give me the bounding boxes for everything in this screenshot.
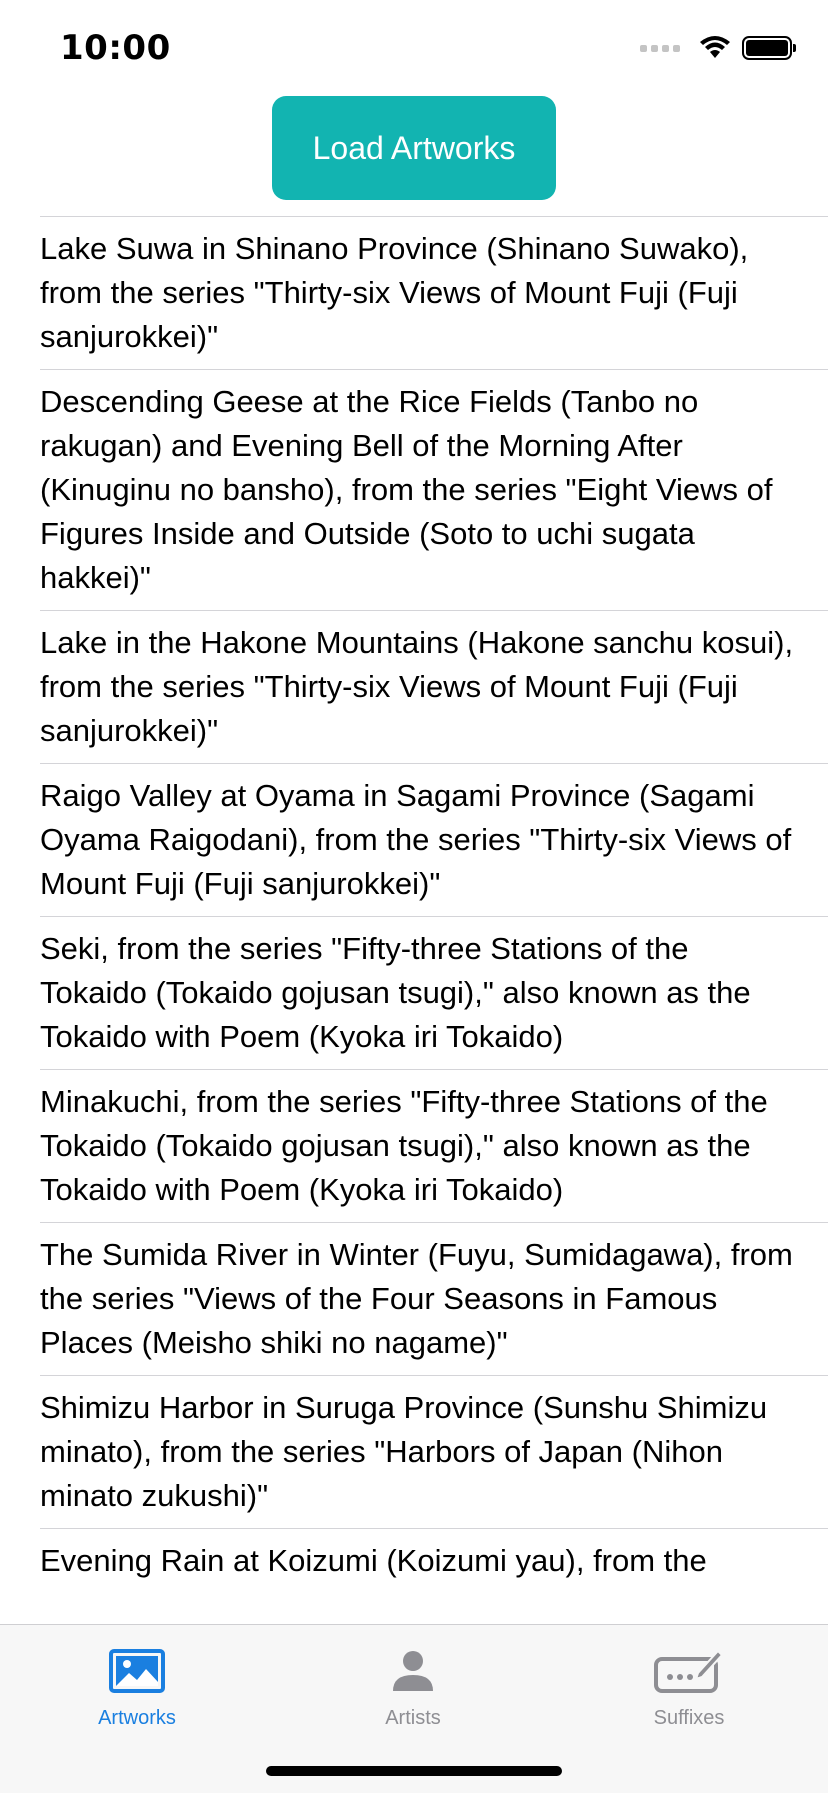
signature-icon — [654, 1649, 724, 1693]
list-item[interactable]: Descending Geese at the Rice Fields (Tan… — [40, 369, 828, 610]
tab-suffixes[interactable]: Suffixes — [589, 1639, 789, 1730]
list-item[interactable]: Minakuchi, from the series "Fifty-three … — [40, 1069, 828, 1222]
list-item[interactable]: Shimizu Harbor in Suruga Province (Sunsh… — [40, 1375, 828, 1528]
list-item[interactable]: Lake in the Hakone Mountains (Hakone san… — [40, 610, 828, 763]
status-icons — [640, 36, 796, 60]
artworks-list[interactable]: Lake Suwa in Shinano Province (Shinano S… — [0, 216, 828, 1624]
list-item[interactable]: The Sumida River in Winter (Fuyu, Sumida… — [40, 1222, 828, 1375]
status-bar: 10:00 — [0, 0, 828, 100]
tab-artworks-label: Artworks — [98, 1707, 176, 1729]
list-item[interactable]: Seki, from the series "Fifty-three Stati… — [40, 916, 828, 1069]
home-indicator[interactable] — [266, 1766, 562, 1776]
tab-artists-label: Artists — [385, 1707, 441, 1729]
person-icon — [393, 1651, 433, 1691]
tab-suffixes-label: Suffixes — [653, 1707, 725, 1729]
list-item[interactable]: Evening Rain at Koizumi (Koizumi yau), f… — [40, 1528, 828, 1593]
tab-artworks[interactable]: Artworks — [37, 1639, 237, 1730]
wifi-icon — [700, 36, 730, 58]
list-item[interactable]: Raigo Valley at Oyama in Sagami Province… — [40, 763, 828, 916]
photo-icon — [109, 1649, 165, 1693]
cellular-signal-icon — [640, 44, 680, 52]
battery-icon — [742, 36, 796, 60]
list-item[interactable]: Lake Suwa in Shinano Province (Shinano S… — [40, 216, 828, 369]
tab-artists[interactable]: Artists — [313, 1639, 513, 1730]
status-time: 10:00 — [60, 28, 171, 68]
load-artworks-button[interactable]: Load Artworks — [272, 96, 556, 200]
